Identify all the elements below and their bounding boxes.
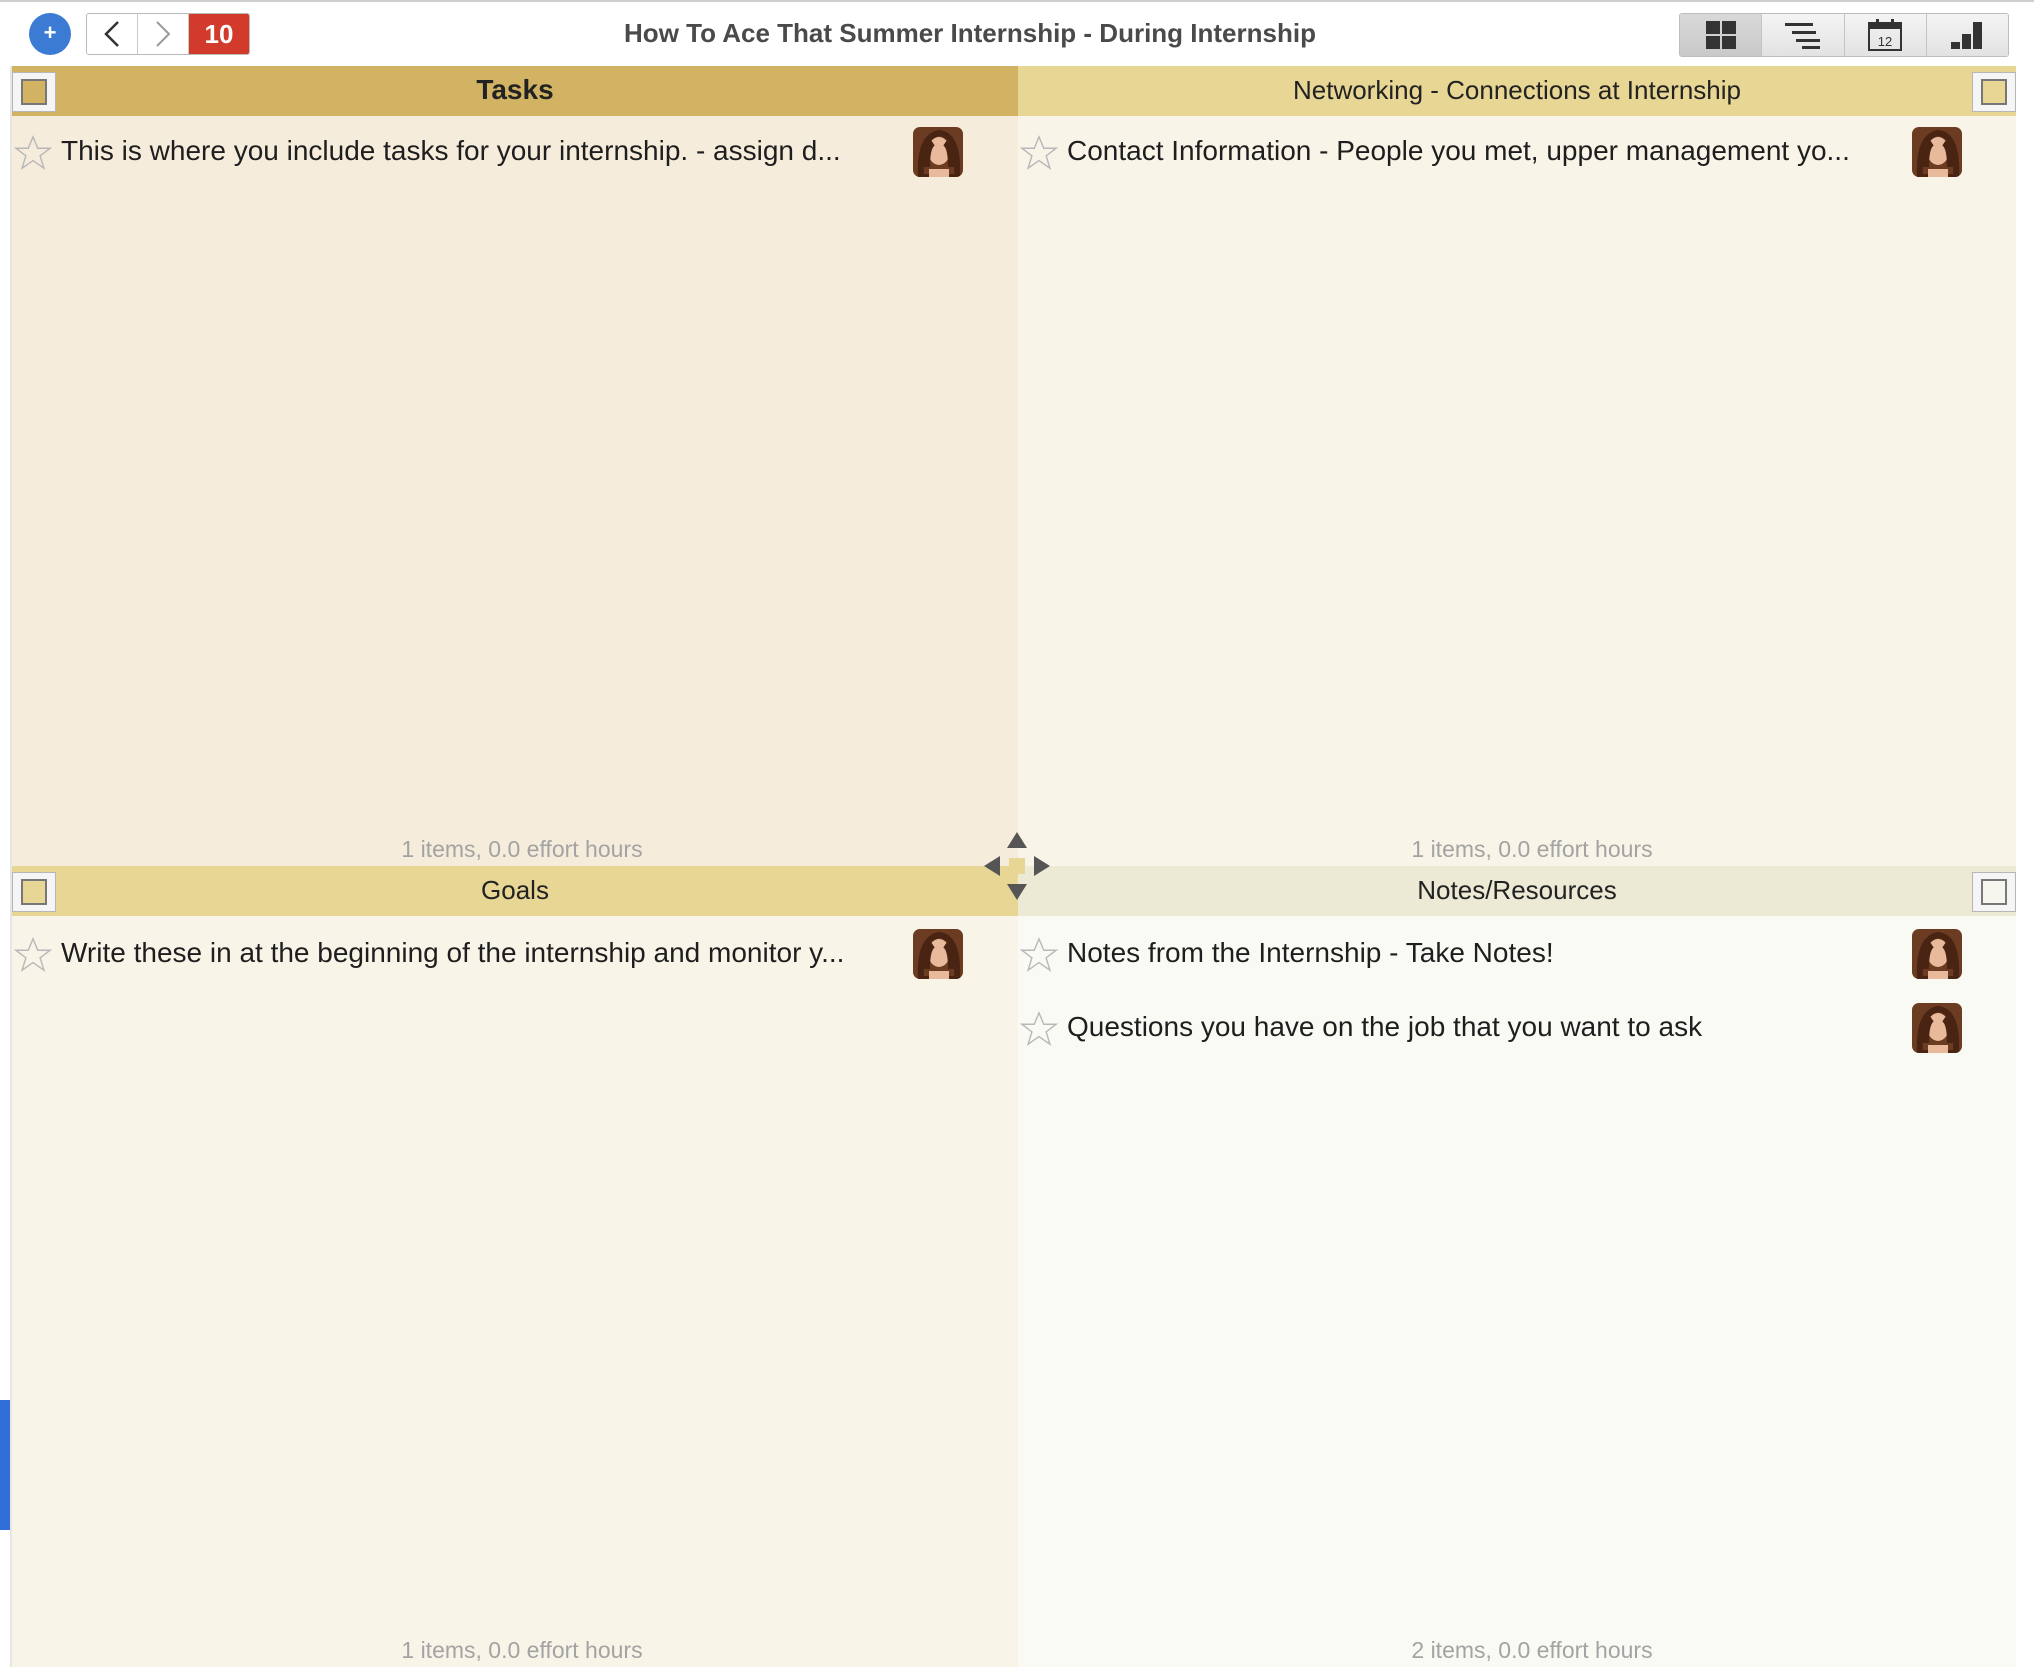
calendar-view-icon: 12 [1868, 19, 1903, 51]
notification-count-badge[interactable]: 10 [189, 14, 249, 54]
calendar-view-button[interactable]: 12 [1844, 14, 1927, 56]
quadrant-checkbox[interactable] [12, 72, 56, 112]
quadrant-summary: 1 items, 0.0 effort hours [401, 836, 643, 862]
star-icon[interactable] [14, 134, 52, 172]
item-text: Notes from the Internship - Take Notes! [1067, 937, 1554, 968]
grid-view-button[interactable] [1680, 14, 1763, 56]
quadrant-header[interactable]: Networking - Connections at Internship [1018, 66, 2016, 116]
list-view-icon [1784, 23, 1820, 49]
quadrant-header[interactable]: Tasks [12, 66, 1018, 116]
star-icon[interactable] [1020, 936, 1058, 974]
list-item[interactable]: Notes from the Internship - Take Notes! [1018, 925, 2016, 981]
quadrant-summary: 1 items, 0.0 effort hours [401, 1637, 643, 1663]
star-icon[interactable] [14, 936, 52, 974]
forward-button[interactable] [138, 14, 189, 54]
item-text: This is where you include tasks for your… [61, 135, 841, 166]
list-item[interactable]: Write these in at the beginning of the i… [12, 925, 1018, 981]
quadrant-goals: Goals Write these in at the beginning of… [12, 866, 1018, 1667]
quadrant-header[interactable]: Notes/Resources [1018, 866, 2016, 916]
toolbar: + 10 How To Ace That Summer Internship -… [0, 0, 2034, 66]
quadrant-summary: 1 items, 0.0 effort hours [1411, 836, 1653, 862]
item-text: Contact Information - People you met, up… [1067, 135, 1850, 166]
quadrant-checkbox[interactable] [12, 872, 56, 912]
avatar [1912, 127, 1962, 177]
chart-view-button[interactable] [1926, 14, 2008, 56]
avatar [1912, 1003, 1962, 1053]
view-switcher: 12 [1679, 13, 2009, 57]
quadrant-checkbox[interactable] [1972, 872, 2016, 912]
side-scroll-indicator[interactable] [0, 1400, 10, 1530]
quadrant-summary: 2 items, 0.0 effort hours [1411, 1637, 1653, 1663]
svg-text:12: 12 [1878, 34, 1892, 49]
quadrant-header[interactable]: Goals [12, 866, 1018, 916]
project-title: How To Ace That Summer Internship - Duri… [624, 18, 1316, 48]
star-icon[interactable] [1020, 1010, 1058, 1048]
avatar [913, 127, 963, 177]
chart-view-icon [1951, 22, 1983, 49]
chevron-right-icon [156, 21, 171, 47]
quadrant-notes-resources: Notes/Resources Notes from the Internshi… [1018, 866, 2016, 1667]
grid-view-icon [1705, 21, 1736, 49]
star-icon[interactable] [1020, 134, 1058, 172]
add-button[interactable]: + [29, 13, 71, 55]
avatar [913, 929, 963, 979]
quadrant-networking: Networking - Connections at Internship C… [1018, 66, 2016, 866]
item-text: Write these in at the beginning of the i… [61, 937, 845, 968]
back-button[interactable] [87, 14, 138, 54]
chevron-left-icon [104, 21, 119, 47]
list-view-button[interactable] [1762, 14, 1845, 56]
navigation-group: 10 [86, 13, 250, 55]
quadrant-tasks: Tasks This is where you include tasks fo… [12, 66, 1018, 866]
list-item[interactable]: Questions you have on the job that you w… [1018, 999, 2016, 1055]
item-text: Questions you have on the job that you w… [1067, 1011, 1703, 1042]
move-arrows-icon[interactable] [982, 830, 1052, 902]
avatar [1912, 929, 1962, 979]
quadrant-checkbox[interactable] [1972, 72, 2016, 112]
list-item[interactable]: This is where you include tasks for your… [12, 123, 1018, 179]
list-item[interactable]: Contact Information - People you met, up… [1018, 123, 2016, 179]
